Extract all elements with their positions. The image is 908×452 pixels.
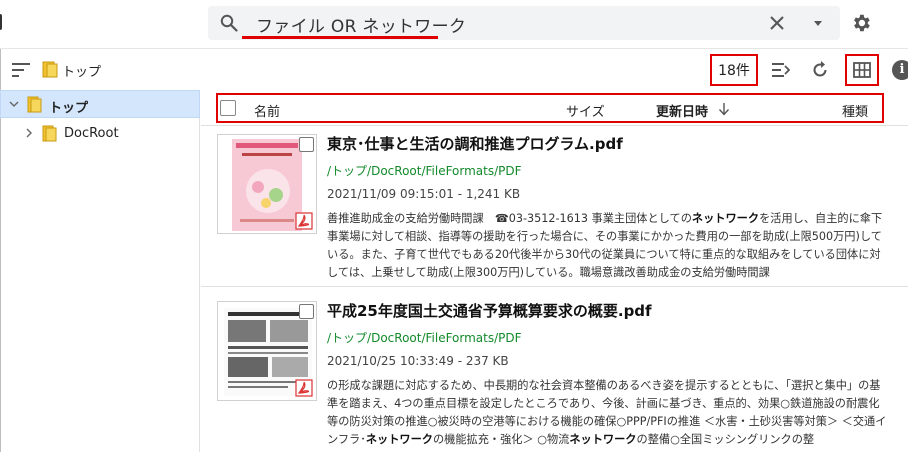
result-path[interactable]: /トップ/DocRoot/FileFormats/PDF: [327, 329, 522, 346]
document-thumbnail[interactable]: [217, 134, 317, 234]
sort-options-icon[interactable]: [772, 63, 790, 77]
column-size[interactable]: サイズ: [566, 101, 605, 120]
folder-icon: [42, 125, 57, 142]
column-header: 名前 サイズ 更新日時 種類: [216, 93, 884, 123]
result-snippet: 善推進助成金の支給労働時間課 ﻿☎03-3512-1613 事業主団体としてのネ…: [327, 210, 887, 282]
result-meta: 2021/11/09 09:15:01 - 1,241 KB: [327, 187, 521, 201]
result-checkbox[interactable]: [299, 137, 314, 152]
toolbar: トップ 18件 i: [0, 48, 908, 90]
snippet-highlight: ネットワーク: [569, 433, 637, 446]
gear-icon[interactable]: [850, 12, 872, 34]
search-input[interactable]: ファイル OR ネットワーク: [256, 12, 466, 37]
close-icon[interactable]: [768, 14, 786, 32]
result-path[interactable]: /トップ/DocRoot/FileFormats/PDF: [327, 162, 522, 179]
breadcrumb[interactable]: トップ: [62, 61, 101, 80]
tree-item-label: トップ: [49, 101, 89, 116]
result-snippet: の形成な課題に対応するため、中長期的な社会資本整備のあるべき姿を提示するとともに…: [327, 377, 887, 449]
select-all-checkbox[interactable]: [220, 100, 236, 116]
result-checkbox[interactable]: [299, 304, 314, 319]
pdf-icon: [295, 212, 313, 230]
column-updated[interactable]: 更新日時: [656, 101, 708, 120]
grid-view-icon: [853, 62, 871, 78]
snippet-text: 善推進助成金の支給労働時間課 ﻿☎03-3512-1613 事業主団体としての: [327, 212, 692, 225]
document-thumbnail[interactable]: [217, 301, 317, 401]
menu-list-icon[interactable]: [12, 63, 30, 77]
refresh-icon[interactable]: [810, 59, 830, 79]
snippet-text: の整備○全国ミッシングリンクの整: [636, 433, 815, 446]
info-icon[interactable]: i: [892, 60, 908, 80]
grid-view-button[interactable]: [845, 54, 879, 86]
folder-icon: [42, 61, 58, 78]
top-bar: ファイル OR ネットワーク: [0, 0, 908, 48]
column-name[interactable]: 名前: [254, 101, 280, 120]
search-box[interactable]: ファイル OR ネットワーク: [208, 6, 840, 40]
sort-arrow-down-icon[interactable]: [718, 102, 730, 116]
search-icon[interactable]: [220, 14, 238, 32]
tree-item-label: DocRoot: [64, 126, 119, 141]
snippet-text: の機能拡充・強化＞ ○物流: [432, 433, 570, 446]
result-title[interactable]: 東京･仕事と生活の調和推進プログラム.pdf: [327, 133, 623, 154]
result-title[interactable]: 平成25年度国土交通省予算概算要求の概要.pdf: [327, 300, 652, 321]
column-kind[interactable]: 種類: [842, 101, 868, 120]
folder-icon: [27, 96, 42, 113]
snippet-highlight: ネットワーク: [691, 212, 760, 225]
snippet-highlight: ネットワーク: [365, 433, 433, 446]
folder-tree: トップ DocRoot: [0, 90, 200, 452]
result-card[interactable]: 平成25年度国土交通省予算概算要求の概要.pdf /トップ/DocRoot/Fi…: [201, 287, 908, 452]
result-card[interactable]: 東京･仕事と生活の調和推進プログラム.pdf /トップ/DocRoot/File…: [201, 126, 908, 286]
chevron-down-icon[interactable]: [9, 99, 19, 109]
pdf-icon: [295, 379, 313, 397]
partial-edge-icon: [0, 14, 2, 30]
chevron-right-icon[interactable]: [24, 128, 34, 138]
result-meta: 2021/10/25 10:33:49 - 237 KB: [327, 354, 509, 368]
result-count: 18件: [710, 54, 758, 86]
tree-item-top[interactable]: トップ: [0, 90, 200, 118]
chevron-down-icon[interactable]: [812, 18, 824, 28]
tree-item-docroot[interactable]: DocRoot: [0, 120, 200, 148]
search-query-underline: [242, 36, 438, 39]
